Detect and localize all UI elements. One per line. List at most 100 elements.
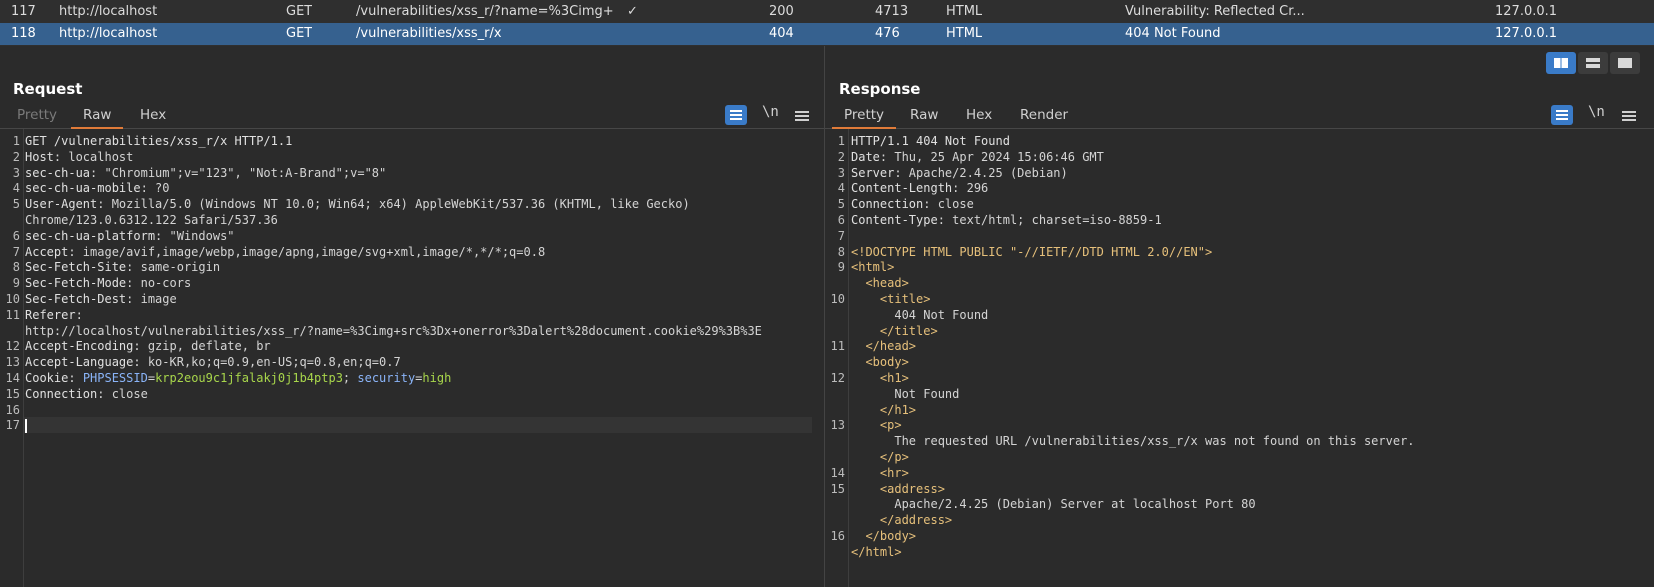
history-row-117[interactable]: 117 http://localhost GET /vulnerabilitie… [0, 1, 1654, 23]
line-text: Sec-Fetch-Dest: image [25, 291, 177, 307]
line-text: Referer: [25, 307, 83, 323]
tab-raw[interactable]: Raw [70, 104, 124, 129]
tab-hex[interactable]: Hex [966, 104, 992, 126]
token: <title> [879, 292, 931, 306]
code-line: 17 [0, 417, 824, 433]
code-line: 9 <html> [825, 259, 1654, 275]
token: Accept-Language [25, 355, 134, 370]
line-number: 13 [5, 355, 20, 370]
line-number: 1 [12, 134, 20, 148]
line-text: GET /vulnerabilities/xss_r/x HTTP/1.1 [25, 133, 292, 149]
response-title: Response [839, 80, 921, 98]
row-title: 404 Not Found [1125, 26, 1221, 41]
menu-icon[interactable] [795, 111, 809, 113]
show-newlines-button[interactable]: \n [762, 104, 779, 120]
code-line: </title> [825, 323, 1654, 339]
line-number: 7 [12, 244, 20, 259]
line-text [25, 417, 27, 433]
line-number: 6 [12, 228, 20, 243]
code-line: 6 sec-ch-ua-platform: "Windows" [0, 228, 824, 244]
token: Content-Type [851, 213, 938, 227]
code-line: 13 <p> [825, 417, 1654, 433]
line-number: 4 [12, 181, 20, 196]
token: Not Found [851, 386, 960, 401]
code-line: 6 Content-Type: text/html; charset=iso-88… [825, 212, 1654, 228]
token: Apache/2.4.25 (Debian) Server at localho… [851, 497, 1256, 512]
line-number: 10 [5, 292, 20, 306]
line-text: </html> [851, 544, 902, 560]
token: <address> [879, 481, 945, 496]
row-number: 118 [11, 26, 36, 41]
code-line: <head> [825, 275, 1654, 291]
split-vertical-icon[interactable] [1578, 52, 1608, 74]
tab-pretty[interactable]: Pretty [831, 104, 897, 129]
code-line: 2 Host: localhost [0, 149, 824, 165]
token: : "Chromium";v="123", "Not:A-Brand";v="8… [90, 165, 387, 180]
line-text: <hr> [851, 465, 909, 481]
tab-pretty[interactable]: Pretty [17, 104, 57, 126]
line-text: </h1> [851, 402, 916, 418]
edited-check-icon: ✓ [627, 4, 638, 19]
line-text: Host: localhost [25, 149, 133, 165]
token: The requested URL /vulnerabilities/xss_r… [851, 434, 1415, 449]
split-horizontal-icon[interactable] [1546, 52, 1576, 74]
wrap-lines-icon[interactable] [725, 105, 747, 125]
code-line: Chrome/123.0.6312.122 Safari/537.36 [0, 212, 824, 228]
token: Chrome/123.0.6312.122 Safari/537.36 [25, 213, 278, 227]
code-line: 4 Content-Length: 296 [825, 180, 1654, 196]
code-line: 9 Sec-Fetch-Mode: no-cors [0, 275, 824, 291]
response-editor[interactable]: 1 HTTP/1.1 404 Not Found 2 Date: Thu, 25 Ap… [825, 129, 1654, 587]
row-length: 476 [875, 26, 900, 41]
code-line: 16 </body> [825, 528, 1654, 544]
tab-render[interactable]: Render [1020, 104, 1068, 126]
token: <body> [865, 355, 909, 370]
code-line: </html> [825, 544, 1654, 560]
tab-raw[interactable]: Raw [910, 104, 938, 126]
line-text: 404 Not Found [851, 307, 988, 323]
tab-hex[interactable]: Hex [140, 104, 166, 126]
code-line: </address> [825, 512, 1654, 528]
single-pane-icon[interactable] [1610, 52, 1640, 74]
row-host: http://localhost [59, 26, 158, 41]
code-line: 10 Sec-Fetch-Dest: image [0, 291, 824, 307]
code-line: </p> [825, 449, 1654, 465]
token: security [357, 371, 416, 385]
wrap-lines-icon[interactable] [1551, 105, 1573, 125]
code-line: 2 Date: Thu, 25 Apr 2024 15:06:46 GMT [825, 149, 1654, 165]
token: Referer [25, 307, 76, 322]
line-number: 10 [830, 292, 845, 306]
row-url: /vulnerabilities/xss_r/x [356, 26, 502, 41]
token: Accept-Encoding [25, 339, 134, 354]
row-status: 404 [769, 26, 794, 41]
line-text: <address> [851, 481, 945, 497]
token: Accept [25, 244, 69, 259]
code-line: 8 Sec-Fetch-Site: same-origin [0, 259, 824, 275]
line-text: http://localhost/vulnerabilities/xss_r/?… [25, 323, 762, 339]
token: krp2eou9c1jfalakj0j1b4ptp3 [155, 371, 343, 385]
token: : close [97, 386, 148, 401]
row-status: 200 [769, 4, 794, 19]
show-newlines-button[interactable]: \n [1588, 104, 1605, 120]
row-method: GET [286, 4, 313, 19]
line-number: 9 [12, 276, 20, 291]
line-text: Content-Type: text/html; charset=iso-885… [851, 212, 1162, 228]
line-number: 12 [830, 371, 845, 385]
token: </title> [879, 323, 938, 338]
request-editor[interactable]: 1 GET /vulnerabilities/xss_r/x HTTP/1.1 2 H… [0, 129, 824, 587]
token: GET /vulnerabilities/xss_r/x HTTP/1.1 [25, 134, 293, 148]
line-number: 11 [5, 307, 20, 322]
row-length: 4713 [875, 4, 909, 19]
line-text: Connection: close [851, 196, 974, 212]
menu-icon[interactable] [1622, 111, 1636, 113]
code-line: 1 HTTP/1.1 404 Not Found [825, 133, 1654, 149]
line-text: Accept-Encoding: gzip, deflate, br [25, 338, 271, 354]
line-number: 6 [837, 213, 845, 227]
history-row-118[interactable]: 118 http://localhost GET /vulnerabilitie… [0, 23, 1654, 45]
line-number: 2 [837, 149, 845, 164]
token: : Apache/2.4.25 (Debian) [894, 165, 1068, 180]
code-line: 14 Cookie: PHPSESSID=krp2eou9c1jfalakj0j1… [0, 370, 824, 386]
